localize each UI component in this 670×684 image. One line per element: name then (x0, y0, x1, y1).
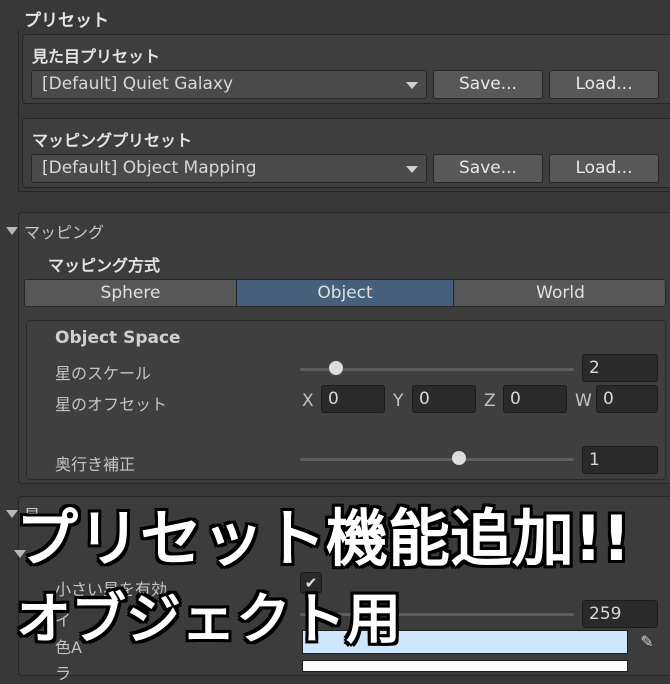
star-count-field[interactable]: 259 (582, 600, 658, 628)
look-preset-load-button[interactable]: Load... (549, 70, 659, 99)
lower-row-label: ラ (55, 664, 72, 683)
star-scale-field[interactable]: 2 (582, 354, 658, 382)
mapping-preset-selected: [Default] Object Mapping (42, 158, 257, 178)
mapping-preset-dropdown[interactable]: [Default] Object Mapping (31, 154, 427, 183)
mapping-preset-load-button[interactable]: Load... (549, 154, 659, 183)
foldout-arrow-icon[interactable] (6, 227, 18, 235)
look-preset-title: 見た目プリセット (32, 47, 161, 66)
overlay-headline: プリセット機能追加!! (16, 502, 631, 575)
look-preset-save-button[interactable]: Save... (433, 70, 543, 99)
mapping-section-title[interactable]: マッピング (24, 219, 104, 243)
mapping-method-selector: Sphere Object World (24, 279, 666, 307)
chevron-down-icon (406, 166, 418, 173)
mapping-method-object[interactable]: Object (237, 280, 454, 306)
offset-y-field[interactable]: 0 (412, 385, 476, 413)
depth-correction-slider-knob[interactable] (451, 451, 466, 465)
offset-z-label: Z (484, 391, 496, 411)
offset-y-label: Y (393, 391, 404, 411)
mapping-method-sphere[interactable]: Sphere (25, 280, 237, 306)
overlay-subheadline: オブジェクト用 (16, 587, 402, 651)
mapping-preset-title: マッピングプリセット (32, 131, 193, 150)
eyedropper-icon[interactable]: ✎ (634, 630, 660, 654)
look-preset-panel: 見た目プリセット [Default] Quiet Galaxy Save... … (22, 34, 670, 104)
object-space-title: Object Space (55, 328, 181, 348)
star-offset-label: 星のオフセット (55, 395, 168, 414)
mapping-preset-save-button[interactable]: Save... (433, 154, 543, 183)
offset-x-label: X (302, 391, 314, 411)
star-scale-slider-knob[interactable] (328, 361, 343, 375)
color-b-swatch[interactable] (302, 660, 628, 672)
preset-section-title: プリセット (24, 11, 109, 31)
offset-x-field[interactable]: 0 (321, 385, 385, 413)
mapping-method-world[interactable]: World (454, 280, 665, 306)
depth-correction-label: 奥行き補正 (55, 455, 136, 474)
star-scale-label: 星のスケール (55, 364, 152, 383)
depth-correction-field[interactable]: 1 (582, 446, 658, 474)
look-preset-dropdown[interactable]: [Default] Quiet Galaxy (31, 70, 427, 99)
offset-w-field[interactable]: 0 (596, 385, 658, 413)
offset-w-label: W (575, 391, 592, 411)
offset-z-field[interactable]: 0 (503, 385, 567, 413)
depth-correction-slider-track[interactable] (300, 458, 574, 461)
mapping-method-label: マッピング方式 (48, 256, 161, 275)
chevron-down-icon (406, 82, 418, 89)
mapping-preset-panel: マッピングプリセット [Default] Object Mapping Save… (22, 118, 670, 188)
look-preset-selected: [Default] Quiet Galaxy (42, 74, 234, 94)
